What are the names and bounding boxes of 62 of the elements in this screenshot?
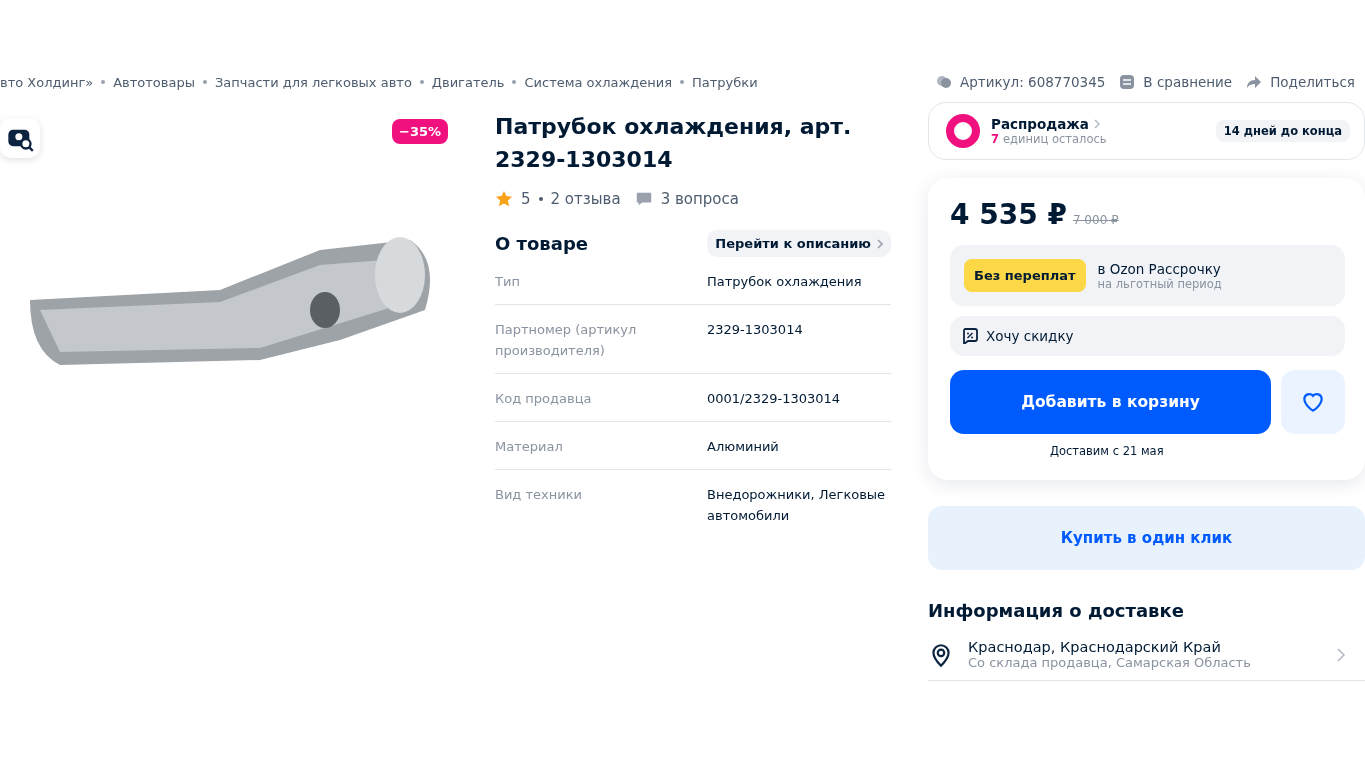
sale-title: Распродажа [991, 116, 1089, 132]
section-heading: О товаре [495, 233, 588, 254]
question-bubble-icon [634, 190, 653, 208]
dot-icon [538, 197, 543, 201]
spec-value: 2329-1303014 [707, 321, 804, 339]
installment-subtitle: на льготный период [1097, 276, 1222, 291]
spec-name: Материал [495, 438, 564, 456]
action-link[interactable]: Поделиться [1270, 74, 1355, 90]
ring-icon [945, 113, 981, 149]
discount-request-button[interactable]: Хочу скидку [950, 316, 1345, 356]
dot-icon [419, 80, 424, 84]
dot-icon [101, 80, 106, 84]
product-title: Патрубок охлаждения, арт. 2329-1303014 [495, 113, 853, 174]
current-price: 4 535 ₽ [950, 198, 1067, 231]
installment-badge: Без переплат [964, 259, 1086, 292]
delivery-city[interactable]: Краснодар, Краснодарский Край [968, 639, 1323, 655]
installment-title: в Ozon Рассрочку [1097, 260, 1222, 277]
go-to-description-button[interactable]: Перейти к описанию [707, 230, 891, 257]
installment-panel[interactable]: Без переплат в Ozon Рассрочку на льготный период [950, 245, 1345, 306]
deadline-tag: 14 дней до конца [1215, 120, 1350, 142]
spec-name: Вид техники [495, 486, 583, 504]
rating-value: 5 [521, 190, 531, 208]
share-arrow-icon[interactable] [1246, 74, 1263, 90]
breadcrumb-link[interactable]: вто Холдинг» [0, 74, 94, 90]
dot-icon [203, 80, 207, 84]
spec-value: Патрубок охлаждения [707, 273, 863, 291]
chevron-icon [1093, 119, 1100, 129]
add-to-cart-button[interactable]: Добавить в корзину [950, 370, 1271, 434]
reviews-link[interactable]: 2 отзыва [550, 190, 621, 208]
image-search-button[interactable] [0, 118, 40, 158]
dot-icon [512, 80, 517, 84]
breadcrumb-link[interactable]: Система охлаждения [524, 74, 672, 90]
spec-value: Алюминий [707, 438, 780, 456]
units-left-text: единиц осталось [1003, 132, 1107, 146]
questions-link[interactable]: 3 вопроса [660, 190, 739, 208]
spec-name: Тип [495, 273, 521, 291]
delivery-date: Доставим с 21 мая [1050, 444, 1164, 458]
sale-card[interactable]: Распродажа 7 единиц осталось 14 дней до конца [928, 102, 1365, 160]
breadcrumb-link[interactable]: Автотовары [113, 74, 195, 90]
dot-icon [680, 80, 684, 84]
action-link[interactable]: В сравнение [1143, 74, 1233, 90]
stack-icon [936, 74, 952, 90]
breadcrumb-link[interactable]: Двигатель [431, 74, 505, 90]
percent-bubble-icon [962, 328, 978, 344]
breadcrumb-link[interactable]: Патрубки [692, 74, 758, 90]
units-count: 7 [991, 132, 999, 146]
chevron-icon[interactable] [1337, 647, 1345, 662]
chevron-icon [877, 238, 883, 249]
buy-one-click-button[interactable]: Купить в один клик [928, 506, 1365, 570]
favorite-button[interactable] [1281, 370, 1345, 434]
old-price: 7 000 ₽ [1072, 213, 1119, 227]
discount-badge: −35% [392, 119, 448, 144]
compare-icon[interactable] [1119, 74, 1136, 90]
star-icon [495, 190, 513, 208]
delivery-source: Со склада продавца, Самарская Область [968, 655, 1252, 670]
spec-value: 0001/2329-1303014 [707, 390, 842, 408]
section-heading: Информация о доставке [928, 600, 1185, 621]
breadcrumb-link[interactable]: Запчасти для легковых авто [215, 74, 412, 90]
article-number: Артикул: 608770345 [960, 74, 1106, 90]
spec-name: Партномер (артикул производителя) [495, 321, 638, 360]
spec-value: Внедорожники, Легковые автомобили [707, 486, 887, 525]
spec-name: Код продавца [495, 390, 593, 408]
